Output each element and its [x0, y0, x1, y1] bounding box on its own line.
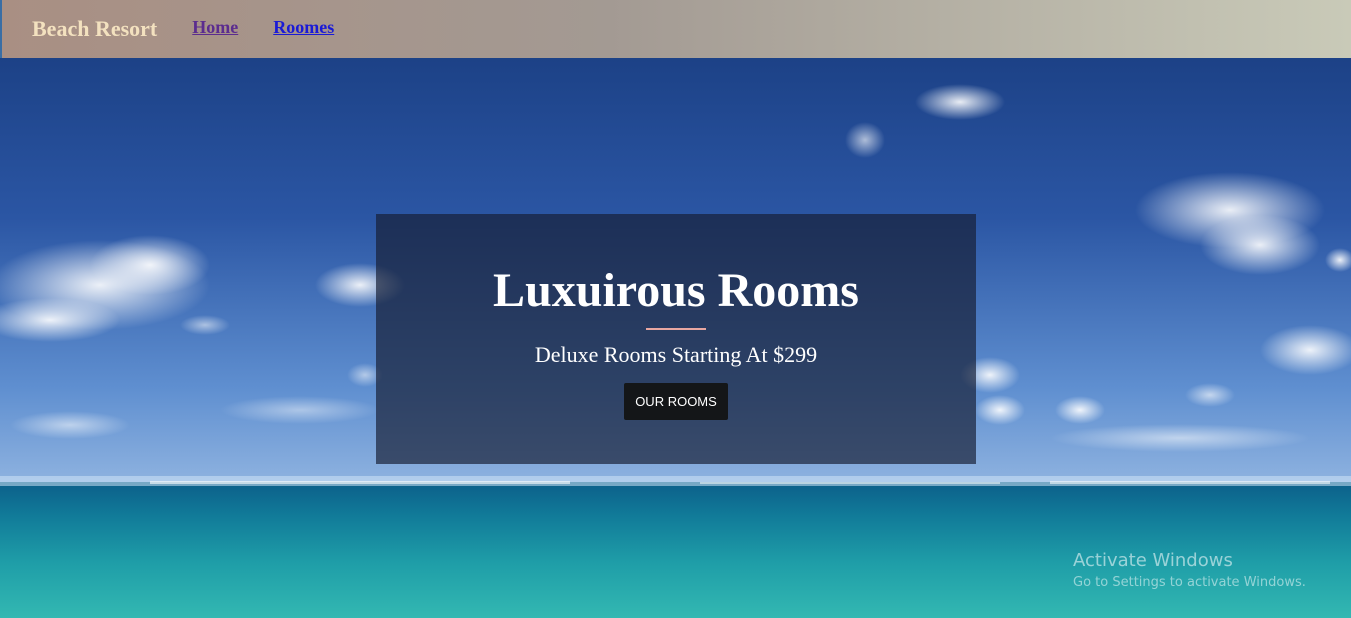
- hero-title: Luxuirous Rooms: [493, 264, 859, 317]
- our-rooms-button[interactable]: OUR ROOMS: [624, 383, 728, 420]
- nav-link-rooms[interactable]: Roomes: [273, 17, 334, 38]
- navbar: Beach Resort Home Roomes: [0, 0, 1351, 58]
- nav-link-home[interactable]: Home: [192, 17, 238, 38]
- brand-logo[interactable]: Beach Resort: [32, 16, 157, 42]
- hero-subtitle: Deluxe Rooms Starting At $299: [534, 342, 818, 367]
- hero-divider: [646, 328, 706, 330]
- page: Beach Resort Home Roomes Luxuirous Rooms…: [0, 0, 1351, 618]
- activate-windows-watermark: Activate Windows Go to Settings to activ…: [1073, 550, 1306, 592]
- hero-banner: Luxuirous Rooms Deluxe Rooms Starting At…: [376, 214, 976, 464]
- watermark-title: Activate Windows: [1073, 550, 1233, 571]
- watermark-subtitle: Go to Settings to activate Windows.: [1073, 575, 1306, 590]
